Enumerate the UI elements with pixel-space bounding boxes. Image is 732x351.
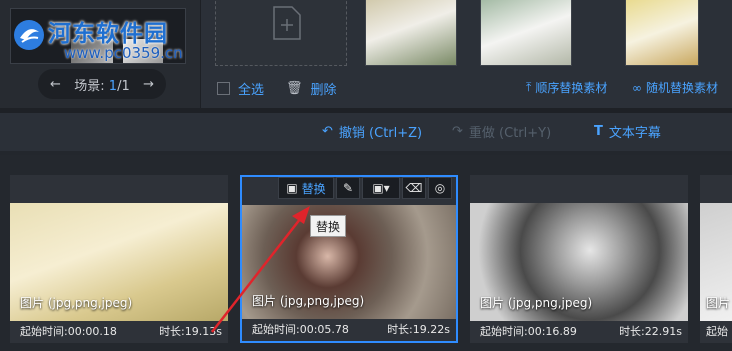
card-start-time: 起始时间:00:00.18 <box>20 325 117 338</box>
timeline-card[interactable]: 图片 (jpg,png,jpeg) 起始时间:00:00.18 时长:19.13… <box>10 175 228 343</box>
edit-icon[interactable]: ✎ <box>336 177 360 199</box>
select-all-label[interactable]: 全选 <box>238 79 264 98</box>
card-type: 图片 <box>706 296 731 310</box>
redo-button[interactable]: ↷ 重做 (Ctrl+Y) <box>452 122 551 141</box>
crop-dropdown-icon[interactable]: ▣▾ <box>362 177 400 199</box>
scene-current: 1 <box>108 78 118 94</box>
select-all-checkbox[interactable] <box>217 81 230 95</box>
card-duration: 时长:19.22s <box>387 323 450 336</box>
material-thumbnail[interactable] <box>365 0 457 66</box>
undo-icon: ↶ <box>322 124 333 139</box>
watermark-title: 河东软件园 <box>48 21 168 47</box>
replace-icon: ▣ <box>286 181 298 195</box>
subtitle-button[interactable]: T 文本字幕 <box>594 122 661 141</box>
shuffle-icon: ∞ <box>632 80 642 95</box>
random-replace-button[interactable]: ∞ 随机替换素材 <box>632 79 732 96</box>
random-replace-label: 随机替换素材 <box>646 81 719 95</box>
location-icon[interactable]: ◎ <box>428 177 452 199</box>
material-thumbnail[interactable] <box>480 0 572 66</box>
replace-button[interactable]: ▣ 替换 <box>278 177 334 199</box>
prev-scene-icon[interactable]: ← <box>50 77 61 92</box>
undo-button[interactable]: ↶ 撤销 (Ctrl+Z) <box>322 122 422 141</box>
card-type: 图片 (jpg,png,jpeg) <box>480 296 593 310</box>
timeline-card[interactable]: 图片 (jpg,png,jpeg) 起始时间:00:16.89 时长:22.91… <box>470 175 688 343</box>
upload-icon: ⤒ <box>526 80 532 94</box>
trash-icon[interactable]: 🗑 <box>286 81 303 96</box>
add-file-icon <box>273 6 301 40</box>
scene-label: 场景: <box>74 78 105 94</box>
redo-label: 重做 (Ctrl+Y) <box>468 126 552 141</box>
next-scene-icon[interactable]: → <box>143 77 154 92</box>
replace-label: 替换 <box>301 181 326 196</box>
sequential-replace-button[interactable]: ⤒ 顺序替换素材 <box>526 79 607 96</box>
watermark-url: www.pc0359.cn <box>64 44 183 62</box>
subtitle-label: 文本字幕 <box>608 126 661 141</box>
undo-label: 撤销 (Ctrl+Z) <box>338 126 423 141</box>
card-duration: 时长:22.91s <box>619 325 682 338</box>
red-arrow-annotation <box>211 206 310 333</box>
card-toolbar: ▣ 替换 ✎ ▣▾ ⌫ ◎ <box>278 177 452 201</box>
eraser-icon[interactable]: ⌫ <box>402 177 426 199</box>
card-start-time: 起始时间:00:16.89 <box>480 325 577 338</box>
materials-toolbar-left: 全选 🗑 删除 <box>217 78 337 98</box>
watermark-logo-icon <box>14 20 44 50</box>
add-material-button[interactable] <box>215 0 347 66</box>
scene-total: /1 <box>117 78 130 94</box>
card-start-time: 起始 <box>706 325 728 338</box>
scene-navigator: ← 场景: 1/1 → <box>38 69 166 99</box>
timeline-card[interactable]: 图片 起始 <box>700 175 732 343</box>
redo-icon: ↷ <box>452 124 463 139</box>
sequential-replace-label: 顺序替换素材 <box>535 81 608 95</box>
delete-button[interactable]: 删除 <box>311 79 337 98</box>
material-thumbnail[interactable] <box>625 0 699 66</box>
scene-indicator: 场景: 1/1 <box>74 75 129 94</box>
card-type: 图片 (jpg,png,jpeg) <box>20 296 133 310</box>
text-icon: T <box>594 124 603 139</box>
